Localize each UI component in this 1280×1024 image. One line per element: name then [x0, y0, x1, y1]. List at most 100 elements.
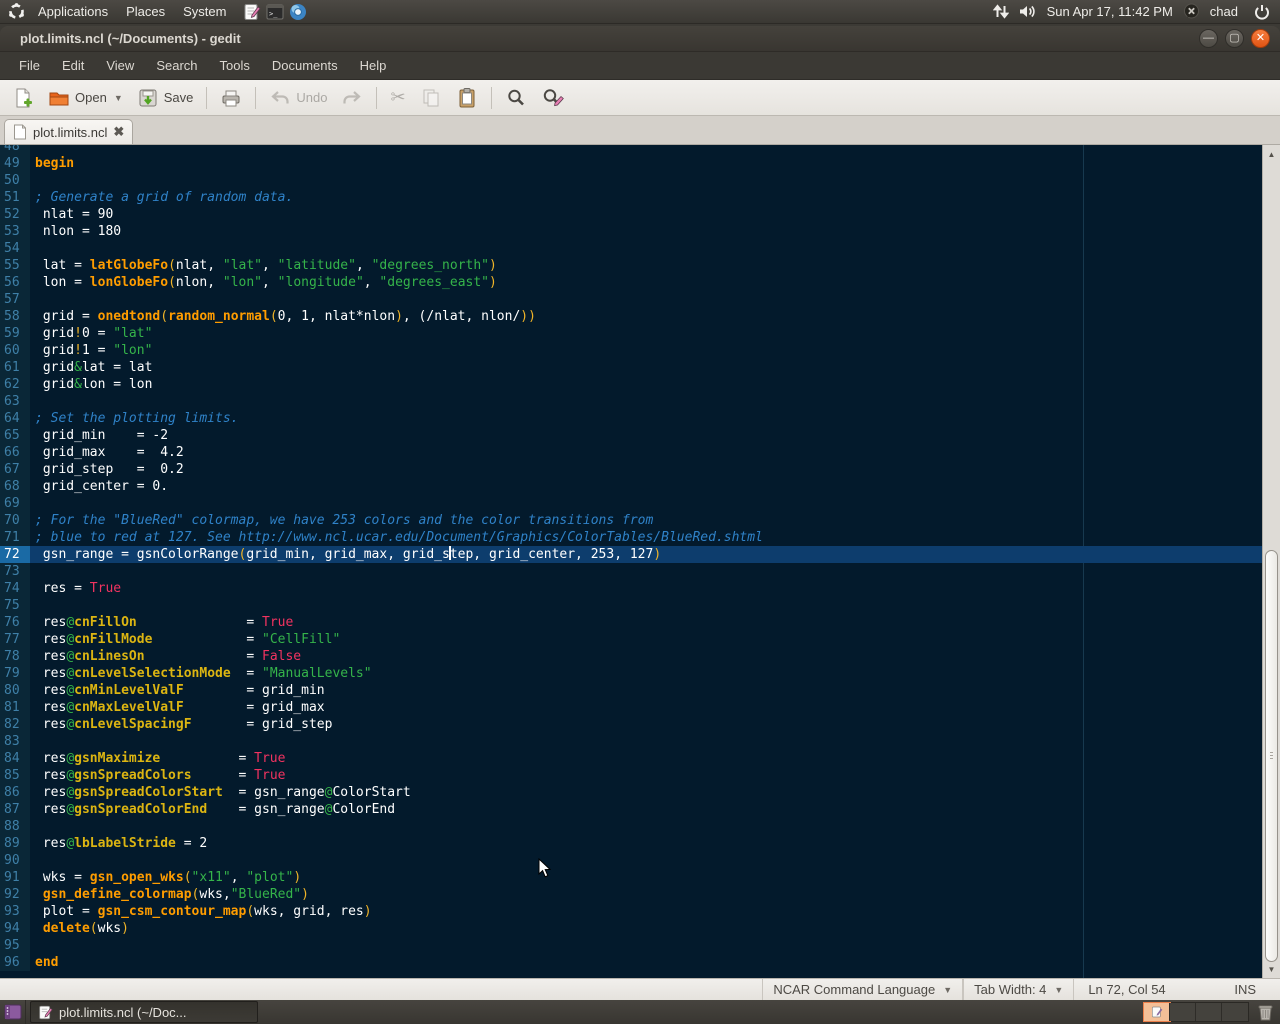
tab-plot-limits[interactable]: plot.limits.ncl ✖	[4, 119, 133, 144]
workspace-1[interactable]	[1144, 1003, 1170, 1021]
power-icon[interactable]	[1254, 4, 1270, 20]
code-line-92[interactable]: 92 gsn_define_colormap(wks,"BlueRed")	[0, 886, 1262, 903]
show-desktop-button[interactable]	[0, 1000, 26, 1024]
maximize-button[interactable]: ▢	[1225, 29, 1244, 48]
code-line-61[interactable]: 61 grid&lat = lat	[0, 359, 1262, 376]
code-line-83[interactable]: 83	[0, 733, 1262, 750]
code-line-88[interactable]: 88	[0, 818, 1262, 835]
tab-close-icon[interactable]: ✖	[113, 124, 124, 140]
code-line-78[interactable]: 78 res@cnLinesOn = False	[0, 648, 1262, 665]
workspace-4[interactable]	[1222, 1003, 1248, 1021]
menu-documents[interactable]: Documents	[261, 52, 349, 80]
trash-icon[interactable]	[1257, 1003, 1274, 1021]
volume-icon[interactable]	[1019, 4, 1037, 19]
code-line-51[interactable]: 51; Generate a grid of random data.	[0, 189, 1262, 206]
code-line-71[interactable]: 71; blue to red at 127. See http://www.n…	[0, 529, 1262, 546]
code-line-65[interactable]: 65 grid_min = -2	[0, 427, 1262, 444]
panel-clock[interactable]: Sun Apr 17, 11:42 PM	[1047, 4, 1173, 19]
username-menu[interactable]: chad	[1210, 4, 1238, 19]
terminal-launcher-icon[interactable]: >_	[266, 3, 284, 21]
code-line-90[interactable]: 90	[0, 852, 1262, 869]
taskbar-item-gedit[interactable]: plot.limits.ncl (~/Doc...	[30, 1001, 258, 1023]
code-line-82[interactable]: 82 res@cnLevelSpacingF = grid_step	[0, 716, 1262, 733]
code-line-60[interactable]: 60 grid!1 = "lon"	[0, 342, 1262, 359]
presence-icon[interactable]	[1183, 3, 1200, 20]
code-line-72[interactable]: 72 gsn_range = gsnColorRange(grid_min, g…	[0, 546, 1262, 563]
workspace-3[interactable]	[1196, 1003, 1222, 1021]
code-line-67[interactable]: 67 grid_step = 0.2	[0, 461, 1262, 478]
copy-button[interactable]	[414, 84, 448, 112]
code-line-56[interactable]: 56 lon = lonGlobeFo(nlon, "lon", "longit…	[0, 274, 1262, 291]
menu-help[interactable]: Help	[349, 52, 398, 80]
scrollbar-thumb[interactable]	[1265, 550, 1278, 962]
menu-search[interactable]: Search	[145, 52, 208, 80]
code-line-68[interactable]: 68 grid_center = 0.	[0, 478, 1262, 495]
code-line-55[interactable]: 55 lat = latGlobeFo(nlat, "lat", "latitu…	[0, 257, 1262, 274]
code-line-85[interactable]: 85 res@gsnSpreadColors = True	[0, 767, 1262, 784]
minimize-button[interactable]: —	[1199, 29, 1218, 48]
code-line-91[interactable]: 91 wks = gsn_open_wks("x11", "plot")	[0, 869, 1262, 886]
menu-file[interactable]: File	[8, 52, 51, 80]
network-icon[interactable]	[993, 4, 1009, 19]
code-line-58[interactable]: 58 grid = onedtond(random_normal(0, 1, n…	[0, 308, 1262, 325]
code-line-53[interactable]: 53 nlon = 180	[0, 223, 1262, 240]
code-editor[interactable]: 4849begin5051; Generate a grid of random…	[0, 145, 1280, 978]
code-line-54[interactable]: 54	[0, 240, 1262, 257]
menu-view[interactable]: View	[95, 52, 145, 80]
ubuntu-logo-icon[interactable]	[8, 3, 25, 20]
undo-button[interactable]: Undo	[263, 84, 333, 112]
code-line-96[interactable]: 96end	[0, 954, 1262, 971]
menu-tools[interactable]: Tools	[209, 52, 261, 80]
code-line-81[interactable]: 81 res@cnMaxLevelValF = grid_max	[0, 699, 1262, 716]
tab-width-selector[interactable]: Tab Width: 4 ▼	[963, 979, 1074, 1001]
code-line-52[interactable]: 52 nlat = 90	[0, 206, 1262, 223]
cut-button[interactable]: ✂	[384, 84, 411, 111]
code-line-84[interactable]: 84 res@gsnMaximize = True	[0, 750, 1262, 767]
open-dropdown-icon[interactable]: ▼	[114, 93, 123, 103]
title-bar[interactable]: plot.limits.ncl (~/Documents) - gedit — …	[0, 26, 1280, 52]
paste-button[interactable]	[450, 84, 484, 112]
code-line-74[interactable]: 74 res = True	[0, 580, 1262, 597]
vertical-scrollbar[interactable]: ▲ ▼	[1262, 145, 1280, 978]
code-line-89[interactable]: 89 res@lbLabelStride = 2	[0, 835, 1262, 852]
save-button[interactable]: Save	[131, 84, 200, 112]
menu-edit[interactable]: Edit	[51, 52, 95, 80]
code-line-57[interactable]: 57	[0, 291, 1262, 308]
close-button[interactable]: ✕	[1251, 29, 1270, 48]
code-line-77[interactable]: 77 res@cnFillMode = "CellFill"	[0, 631, 1262, 648]
code-line-86[interactable]: 86 res@gsnSpreadColorStart = gsn_range@C…	[0, 784, 1262, 801]
code-line-95[interactable]: 95	[0, 937, 1262, 954]
code-line-50[interactable]: 50	[0, 172, 1262, 189]
code-line-48[interactable]: 48	[0, 145, 1262, 155]
workspace-2[interactable]	[1170, 1003, 1196, 1021]
redo-button[interactable]	[335, 84, 369, 112]
language-selector[interactable]: NCAR Command Language ▼	[762, 979, 963, 1001]
code-line-75[interactable]: 75	[0, 597, 1262, 614]
code-line-87[interactable]: 87 res@gsnSpreadColorEnd = gsn_range@Col…	[0, 801, 1262, 818]
replace-button[interactable]	[535, 84, 571, 112]
scroll-up-icon[interactable]: ▲	[1264, 146, 1279, 162]
code-line-93[interactable]: 93 plot = gsn_csm_contour_map(wks, grid,…	[0, 903, 1262, 920]
code-line-66[interactable]: 66 grid_max = 4.2	[0, 444, 1262, 461]
code-line-79[interactable]: 79 res@cnLevelSelectionMode = "ManualLev…	[0, 665, 1262, 682]
code-line-70[interactable]: 70; For the "BlueRed" colormap, we have …	[0, 512, 1262, 529]
browser-launcher-icon[interactable]	[289, 3, 307, 21]
code-line-63[interactable]: 63	[0, 393, 1262, 410]
system-menu[interactable]: System	[174, 0, 235, 24]
scroll-down-icon[interactable]: ▼	[1264, 961, 1279, 977]
code-line-64[interactable]: 64; Set the plotting limits.	[0, 410, 1262, 427]
applications-menu[interactable]: Applications	[29, 0, 117, 24]
code-line-73[interactable]: 73	[0, 563, 1262, 580]
code-line-49[interactable]: 49begin	[0, 155, 1262, 172]
gedit-launcher-icon[interactable]	[243, 3, 261, 21]
new-document-button[interactable]	[6, 84, 40, 112]
code-line-62[interactable]: 62 grid&lon = lon	[0, 376, 1262, 393]
open-button[interactable]: Open ▼	[42, 84, 129, 112]
print-button[interactable]	[214, 84, 248, 112]
code-line-80[interactable]: 80 res@cnMinLevelValF = grid_min	[0, 682, 1262, 699]
code-line-76[interactable]: 76 res@cnFillOn = True	[0, 614, 1262, 631]
places-menu[interactable]: Places	[117, 0, 174, 24]
code-line-59[interactable]: 59 grid!0 = "lat"	[0, 325, 1262, 342]
find-button[interactable]	[499, 84, 533, 112]
code-line-94[interactable]: 94 delete(wks)	[0, 920, 1262, 937]
